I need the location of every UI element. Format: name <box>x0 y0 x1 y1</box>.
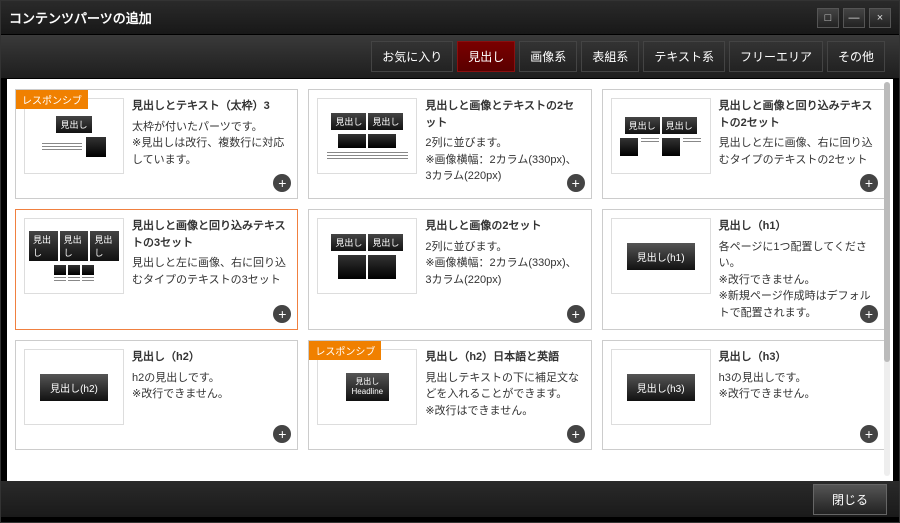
part-title: 見出しと画像の2セット <box>425 218 582 235</box>
tab-images[interactable]: 画像系 <box>519 41 577 72</box>
part-desc: 見出しと左に画像、右に回り込むタイプのテキストの3セット <box>132 255 289 288</box>
close-window-button[interactable]: × <box>869 8 891 28</box>
part-thumbnail: 見出しHeadline <box>317 349 417 425</box>
part-card[interactable]: 見出し(h1) 見出し（h1） 各ページに1つ配置してください。 ※改行できませ… <box>602 209 885 330</box>
content-area: レスポンシブ 見出し 見出しとテキスト（太枠）3 太枠が付いたパーツです。 ※見… <box>7 79 893 481</box>
part-thumbnail: 見出し見出し <box>611 98 711 174</box>
part-thumbnail: 見出し(h2) <box>24 349 124 425</box>
tab-favorites[interactable]: お気に入り <box>371 41 453 72</box>
responsive-badge: レスポンシブ <box>309 341 381 360</box>
close-button[interactable]: 閉じる <box>813 484 887 515</box>
tab-bar: お気に入り 見出し 画像系 表組系 テキスト系 フリーエリア その他 <box>1 35 899 79</box>
add-icon[interactable]: + <box>860 174 878 192</box>
part-card[interactable]: 見出し(h3) 見出し（h3） h3の見出しです。 ※改行できません。 + <box>602 340 885 450</box>
part-thumbnail: 見出し見出し見出し <box>24 218 124 294</box>
part-thumbnail: 見出し見出し <box>317 218 417 294</box>
maximize-button[interactable]: □ <box>817 8 839 28</box>
part-card[interactable]: 見出し見出し 見出しと画像と回り込みテキストの2セット 見出しと左に画像、右に回… <box>602 89 885 199</box>
add-icon[interactable]: + <box>567 174 585 192</box>
part-title: 見出し（h2） <box>132 349 289 366</box>
part-card[interactable]: 見出し見出し見出し 見出しと画像と回り込みテキストの3セット 見出しと左に画像、… <box>15 209 298 330</box>
add-icon[interactable]: + <box>567 305 585 323</box>
footer: 閉じる <box>1 481 899 517</box>
minimize-button[interactable]: — <box>843 8 865 28</box>
part-desc: 見出しと左に画像、右に回り込むタイプのテキストの2セット <box>719 135 876 168</box>
part-card[interactable]: レスポンシブ 見出し 見出しとテキスト（太枠）3 太枠が付いたパーツです。 ※見… <box>15 89 298 199</box>
part-title: 見出しと画像とテキストの2セット <box>425 98 582 131</box>
part-desc: 各ページに1つ配置してください。 ※改行できません。 ※新規ページ作成時はデフォ… <box>719 239 876 322</box>
part-title: 見出しと画像と回り込みテキストの3セット <box>132 218 289 251</box>
part-desc: 見出しテキストの下に補足文などを入れることができます。 ※改行はできません。 <box>425 370 582 420</box>
part-thumbnail: 見出し(h3) <box>611 349 711 425</box>
part-desc: 太枠が付いたパーツです。 ※見出しは改行、複数行に対応しています。 <box>132 119 289 169</box>
add-icon[interactable]: + <box>860 305 878 323</box>
part-thumbnail: 見出し(h1) <box>611 218 711 294</box>
part-desc: 2列に並びます。 ※画像横幅：2カラム(330px)、3カラム(220px) <box>425 239 582 289</box>
part-card[interactable]: 見出し見出し 見出しと画像の2セット 2列に並びます。 ※画像横幅：2カラム(3… <box>308 209 591 330</box>
part-desc: 2列に並びます。 ※画像横幅：2カラム(330px)、3カラム(220px) <box>425 135 582 185</box>
responsive-badge: レスポンシブ <box>16 90 88 109</box>
scrollbar[interactable] <box>884 82 890 476</box>
part-thumbnail: 見出し見出し <box>317 98 417 174</box>
part-desc: h3の見出しです。 ※改行できません。 <box>719 370 876 403</box>
part-thumbnail: 見出し <box>24 98 124 174</box>
part-title: 見出し（h1） <box>719 218 876 235</box>
add-icon[interactable]: + <box>567 425 585 443</box>
add-icon[interactable]: + <box>860 425 878 443</box>
tab-heading[interactable]: 見出し <box>457 41 515 72</box>
part-card[interactable]: 見出し(h2) 見出し（h2） h2の見出しです。 ※改行できません。 + <box>15 340 298 450</box>
tab-tables[interactable]: 表組系 <box>581 41 639 72</box>
part-title: 見出し（h3） <box>719 349 876 366</box>
part-card[interactable]: 見出し見出し 見出しと画像とテキストの2セット 2列に並びます。 ※画像横幅：2… <box>308 89 591 199</box>
part-desc: h2の見出しです。 ※改行できません。 <box>132 370 289 403</box>
part-title: 見出しとテキスト（太枠）3 <box>132 98 289 115</box>
part-title: 見出しと画像と回り込みテキストの2セット <box>719 98 876 131</box>
tab-freearea[interactable]: フリーエリア <box>729 41 823 72</box>
tab-text[interactable]: テキスト系 <box>643 41 725 72</box>
tab-other[interactable]: その他 <box>827 41 885 72</box>
part-title: 見出し（h2）日本語と英語 <box>425 349 582 366</box>
part-card[interactable]: レスポンシブ 見出しHeadline 見出し（h2）日本語と英語 見出しテキスト… <box>308 340 591 450</box>
titlebar: コンテンツパーツの追加 □ — × <box>1 1 899 35</box>
window-title: コンテンツパーツの追加 <box>9 8 152 27</box>
